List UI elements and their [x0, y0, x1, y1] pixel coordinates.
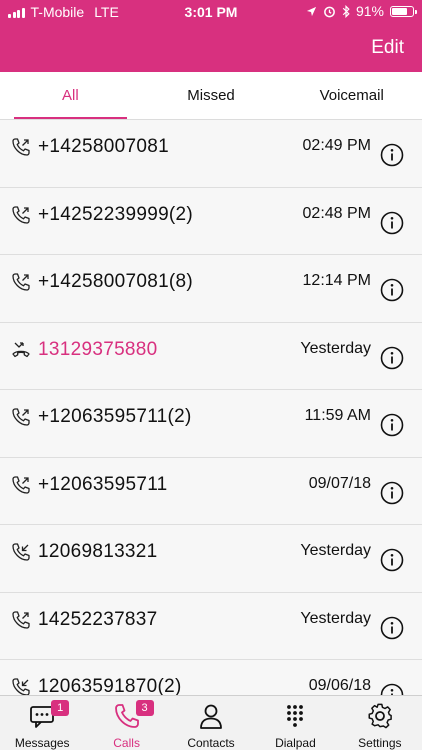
- call-row[interactable]: 12069813321 Yesterday: [0, 525, 422, 593]
- call-number: +14252239999(2): [38, 203, 194, 225]
- outgoing-call-icon: [12, 610, 30, 629]
- call-time: Yesterday: [300, 542, 371, 559]
- call-time: Yesterday: [300, 609, 371, 627]
- tab-bar-label: Messages: [14, 736, 70, 750]
- app-header: T-Mobile LTE 3:01 PM 91% Edit: [0, 0, 422, 72]
- call-row[interactable]: +12063595711(2) 11:59 AM: [0, 390, 422, 458]
- edit-button[interactable]: Edit: [371, 37, 404, 59]
- info-icon[interactable]: [380, 346, 404, 370]
- tab-bar-item-messages[interactable]: 1 Messages: [0, 696, 84, 750]
- tab-bar-label: Settings: [358, 736, 402, 750]
- call-row[interactable]: +14258007081(8) 12:14 PM: [0, 255, 422, 323]
- call-time: 02:49 PM: [302, 137, 371, 154]
- call-number: 13129375880: [38, 338, 158, 360]
- call-time: 09/07/18: [308, 474, 371, 492]
- outgoing-call-icon: [12, 408, 30, 426]
- call-row[interactable]: +12063595711 09/07/18: [0, 457, 422, 525]
- unread-badge: 3: [135, 700, 154, 716]
- contacts-icon: [200, 704, 222, 729]
- info-icon[interactable]: [380, 548, 404, 572]
- call-row[interactable]: +14258007081 02:49 PM: [0, 120, 422, 188]
- bluetooth-icon: [342, 4, 350, 18]
- info-icon[interactable]: [380, 278, 404, 302]
- unread-badge: 1: [51, 700, 70, 716]
- tab-bar-item-settings[interactable]: Settings: [338, 696, 422, 750]
- call-number: 12069813321: [38, 541, 158, 562]
- tab-voicemail[interactable]: Voicemail: [281, 72, 422, 119]
- call-number: +12063595711: [38, 473, 168, 495]
- call-number: 14252237837: [38, 608, 158, 630]
- call-row[interactable]: 13129375880 Yesterday: [0, 322, 422, 390]
- missed-call-icon: [12, 341, 30, 357]
- bottom-tab-bar: 1 Messages 3 Calls Contacts Dialpad Settings: [0, 695, 422, 750]
- call-row[interactable]: 14252237837 Yesterday: [0, 592, 422, 660]
- outgoing-call-icon: [12, 205, 30, 224]
- tab-bar-item-dialpad[interactable]: Dialpad: [253, 696, 337, 750]
- call-row[interactable]: +14252239999(2) 02:48 PM: [0, 187, 422, 255]
- call-history-list: +14258007081 02:49 PM +14252239999(2) 02:48…: [0, 120, 422, 695]
- battery-percent: 91%: [355, 3, 384, 19]
- call-time: 11:59 AM: [304, 407, 371, 424]
- tab-bar-label: Dialpad: [275, 736, 316, 750]
- tab-all[interactable]: All: [0, 72, 141, 119]
- call-number: +12063595711(2): [38, 406, 192, 427]
- call-time: 02:48 PM: [302, 204, 371, 222]
- outgoing-call-icon: [12, 475, 30, 494]
- call-number: +14258007081(8): [38, 271, 194, 292]
- tab-bar-label: Calls: [113, 736, 140, 750]
- settings-icon: [368, 703, 392, 729]
- dialpad-icon: [287, 705, 304, 727]
- call-time: 12:14 PM: [302, 272, 371, 289]
- status-right: 91%: [306, 3, 417, 19]
- call-time: Yesterday: [300, 339, 371, 357]
- outgoing-call-icon: [12, 273, 30, 291]
- call-row[interactable]: 12063591870(2) 09/06/18: [0, 660, 422, 695]
- info-icon[interactable]: [380, 481, 404, 505]
- incoming-call-icon: [12, 543, 30, 561]
- status-bar: T-Mobile LTE 3:01 PM 91%: [0, 0, 422, 24]
- info-icon[interactable]: [380, 413, 404, 437]
- alarm-icon: [324, 6, 335, 17]
- tab-bar-item-calls[interactable]: 3 Calls: [84, 696, 168, 750]
- info-icon[interactable]: [380, 616, 404, 640]
- info-icon[interactable]: [380, 211, 404, 235]
- call-number: 12063591870(2): [38, 676, 182, 695]
- info-icon[interactable]: [380, 683, 404, 695]
- incoming-call-icon: [12, 678, 30, 695]
- call-filter-tabs: All Missed Voicemail: [0, 72, 422, 120]
- info-icon[interactable]: [380, 143, 404, 167]
- location-arrow-icon: [306, 6, 317, 16]
- tab-bar-label: Contacts: [187, 736, 235, 750]
- outgoing-call-icon: [12, 138, 30, 156]
- call-number: +14258007081: [38, 136, 169, 157]
- tab-bar-item-contacts[interactable]: Contacts: [169, 696, 253, 750]
- tab-missed[interactable]: Missed: [141, 72, 282, 119]
- call-time: 09/06/18: [308, 677, 371, 694]
- battery-icon: [390, 5, 417, 17]
